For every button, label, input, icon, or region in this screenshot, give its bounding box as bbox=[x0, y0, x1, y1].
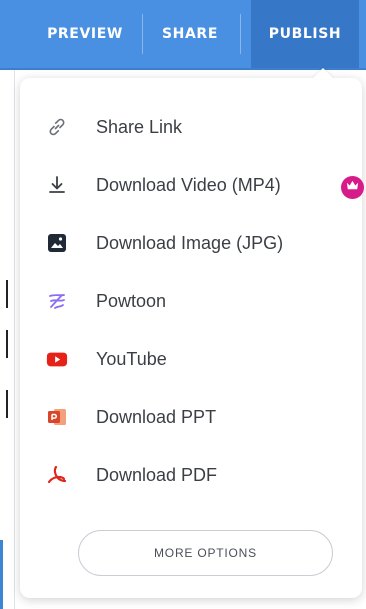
tab-divider bbox=[240, 14, 241, 54]
menu-item-label: YouTube bbox=[96, 348, 167, 369]
image-icon bbox=[46, 232, 68, 254]
menu-item-powtoon[interactable]: Powtoon bbox=[20, 277, 362, 325]
menu-item-youtube[interactable]: YouTube bbox=[20, 335, 362, 383]
menu-item-download-video[interactable]: Download Video (MP4) bbox=[20, 161, 362, 209]
crown-icon bbox=[345, 178, 360, 198]
menu-item-download-ppt[interactable]: Download PPT bbox=[20, 393, 362, 441]
download-icon bbox=[46, 174, 68, 196]
menu-item-label: Powtoon bbox=[96, 290, 167, 311]
menu-item-download-pdf[interactable]: Download PDF bbox=[20, 451, 362, 499]
canvas-mark bbox=[6, 390, 8, 418]
more-options-button[interactable]: MORE OPTIONS bbox=[78, 530, 333, 576]
tab-publish[interactable]: PUBLISH bbox=[251, 0, 359, 68]
premium-badge bbox=[341, 176, 364, 199]
menu-item-label: Download PDF bbox=[96, 464, 218, 485]
canvas-mark bbox=[6, 280, 8, 308]
menu-item-label: Share Link bbox=[96, 116, 183, 137]
top-toolbar: PREVIEW SHARE PUBLISH bbox=[0, 0, 366, 70]
tab-share[interactable]: SHARE bbox=[145, 0, 235, 68]
youtube-icon bbox=[46, 348, 68, 370]
publish-screen: PREVIEW SHARE PUBLISH Share Link Downloa… bbox=[0, 0, 366, 609]
powtoon-icon bbox=[46, 290, 68, 312]
dropdown-caret bbox=[312, 68, 334, 79]
menu-item-share-link[interactable]: Share Link bbox=[20, 103, 362, 151]
tab-preview[interactable]: PREVIEW bbox=[30, 0, 140, 68]
pdf-icon bbox=[46, 464, 68, 486]
canvas-edge bbox=[0, 70, 15, 609]
menu-item-download-image[interactable]: Download Image (JPG) bbox=[20, 219, 362, 267]
link-icon bbox=[46, 116, 68, 138]
tab-divider bbox=[142, 14, 143, 54]
menu-item-label: Download Video (MP4) bbox=[96, 174, 281, 195]
menu-item-label: Download Image (JPG) bbox=[96, 232, 284, 253]
canvas-mark bbox=[6, 330, 8, 358]
powerpoint-icon bbox=[46, 406, 68, 428]
menu-item-label: Download PPT bbox=[96, 406, 217, 427]
canvas-edge-accent bbox=[0, 540, 3, 609]
